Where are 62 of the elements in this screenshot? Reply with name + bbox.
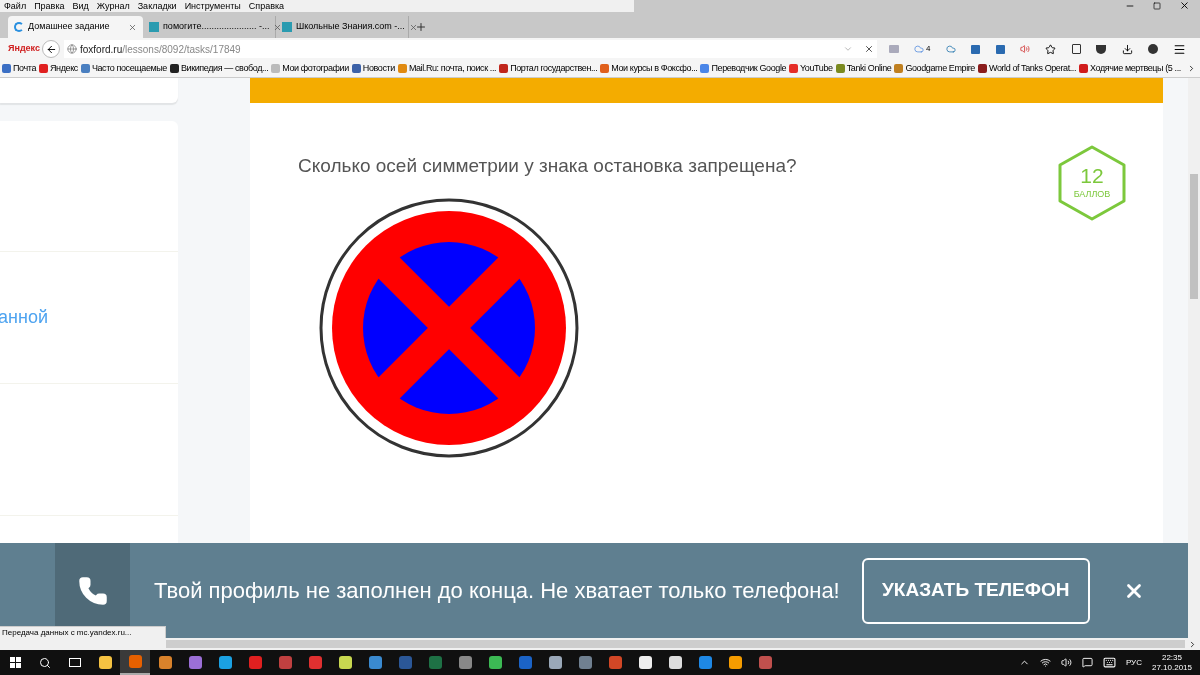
status-text: Передача данных с mc.yandex.ru...	[0, 626, 166, 638]
notifications-icon[interactable]	[1081, 657, 1093, 668]
address-field[interactable]: foxford.ru/lessons/8092/tasks/17849	[64, 40, 877, 58]
menu-item[interactable]: Закладки	[133, 1, 181, 11]
banner-message: Твой профиль не заполнен до конца. Не хватает только телефона!	[154, 577, 840, 605]
task-view-icon[interactable]	[69, 658, 81, 667]
extension-icon[interactable]	[971, 44, 981, 54]
search-icon[interactable]	[39, 656, 51, 669]
scrollbar-thumb[interactable]	[1190, 174, 1198, 299]
back-button[interactable]	[42, 40, 60, 58]
bookmark-link[interactable]: Часто посещаемые	[80, 61, 167, 76]
bookmark-link[interactable]: Почта	[2, 61, 36, 76]
bookmark-link[interactable]: Мои фотографии	[271, 61, 349, 76]
browser-logo[interactable]: Яндекс	[8, 42, 38, 56]
close-tab-icon[interactable]	[408, 22, 418, 32]
menu-item[interactable]: Вид	[68, 1, 93, 11]
bookmark-link[interactable]: Ходячие мертвецы (5 ...	[1079, 61, 1181, 76]
cloud-icon[interactable]	[945, 44, 956, 54]
new-tab-icon[interactable]	[415, 21, 427, 33]
language-indicator[interactable]: РУС	[1125, 656, 1142, 669]
keyboard-icon[interactable]	[1102, 656, 1116, 669]
menu-item[interactable]: Инструменты	[180, 1, 245, 11]
globe-icon	[67, 44, 77, 54]
phone-icon	[77, 575, 108, 606]
menu-item[interactable]: Правка	[30, 1, 69, 11]
bookmark-star-icon[interactable]	[1045, 43, 1057, 55]
download-icon[interactable]	[1121, 43, 1133, 55]
bookmark-link[interactable]: Goodgame Empire	[894, 61, 975, 76]
bookmark-link[interactable]: YouTube	[789, 61, 833, 76]
scroll-right-icon[interactable]	[1188, 639, 1197, 649]
points-value: 12	[1080, 164, 1104, 186]
question-text: Сколько осей симметрии у знака остановка запрещена?	[298, 154, 798, 178]
menu-item[interactable]: Справка	[244, 1, 289, 11]
clock-time[interactable]: 22:35	[1161, 652, 1182, 663]
bookmark-link[interactable]: Новости	[351, 61, 395, 76]
clear-icon[interactable]	[864, 44, 874, 54]
close-tab-icon[interactable]	[128, 22, 137, 32]
speaker-icon[interactable]	[1020, 44, 1030, 54]
close-tab-icon[interactable]	[273, 22, 283, 32]
menu-item[interactable]: Журнал	[92, 1, 134, 11]
add-phone-button[interactable]: УКАЗАТЬ ТЕЛЕФОН	[861, 557, 1090, 624]
restore-icon[interactable]	[1153, 1, 1161, 10]
clock-date[interactable]: 27.10.2015	[1151, 662, 1192, 673]
bookmark-link[interactable]: Переводчик Google	[700, 61, 787, 76]
back-arrow-icon	[45, 43, 57, 55]
volume-icon[interactable]	[1060, 657, 1072, 668]
bookmark-link[interactable]: Mail.Ru: почта, поиск ...	[397, 61, 497, 76]
bookmark-link[interactable]: World of Tanks Operat...	[977, 61, 1077, 76]
weather-count: 4	[926, 43, 931, 55]
menu-item[interactable]: Файл	[0, 1, 31, 11]
close-window-icon[interactable]	[1179, 0, 1190, 11]
bookmark-link[interactable]: Tanki Online	[835, 61, 892, 76]
menu-icon[interactable]	[1173, 42, 1187, 56]
points-label: БАЛЛОВ	[1073, 187, 1111, 201]
network-icon[interactable]	[1039, 657, 1051, 668]
bookmark-link[interactable]: Википедия — свобод...	[169, 61, 269, 76]
more-bookmarks-icon[interactable]	[1187, 64, 1196, 73]
bookmark-link[interactable]: Портал государствен...	[499, 61, 598, 76]
bookmark-link[interactable]: Мои курсы в Фоксфо...	[600, 61, 698, 76]
bookmark-link[interactable]: Яндекс	[39, 61, 78, 76]
browser-tab[interactable]: Домашнее задание	[8, 16, 143, 38]
extension-icon[interactable]	[995, 44, 1005, 54]
